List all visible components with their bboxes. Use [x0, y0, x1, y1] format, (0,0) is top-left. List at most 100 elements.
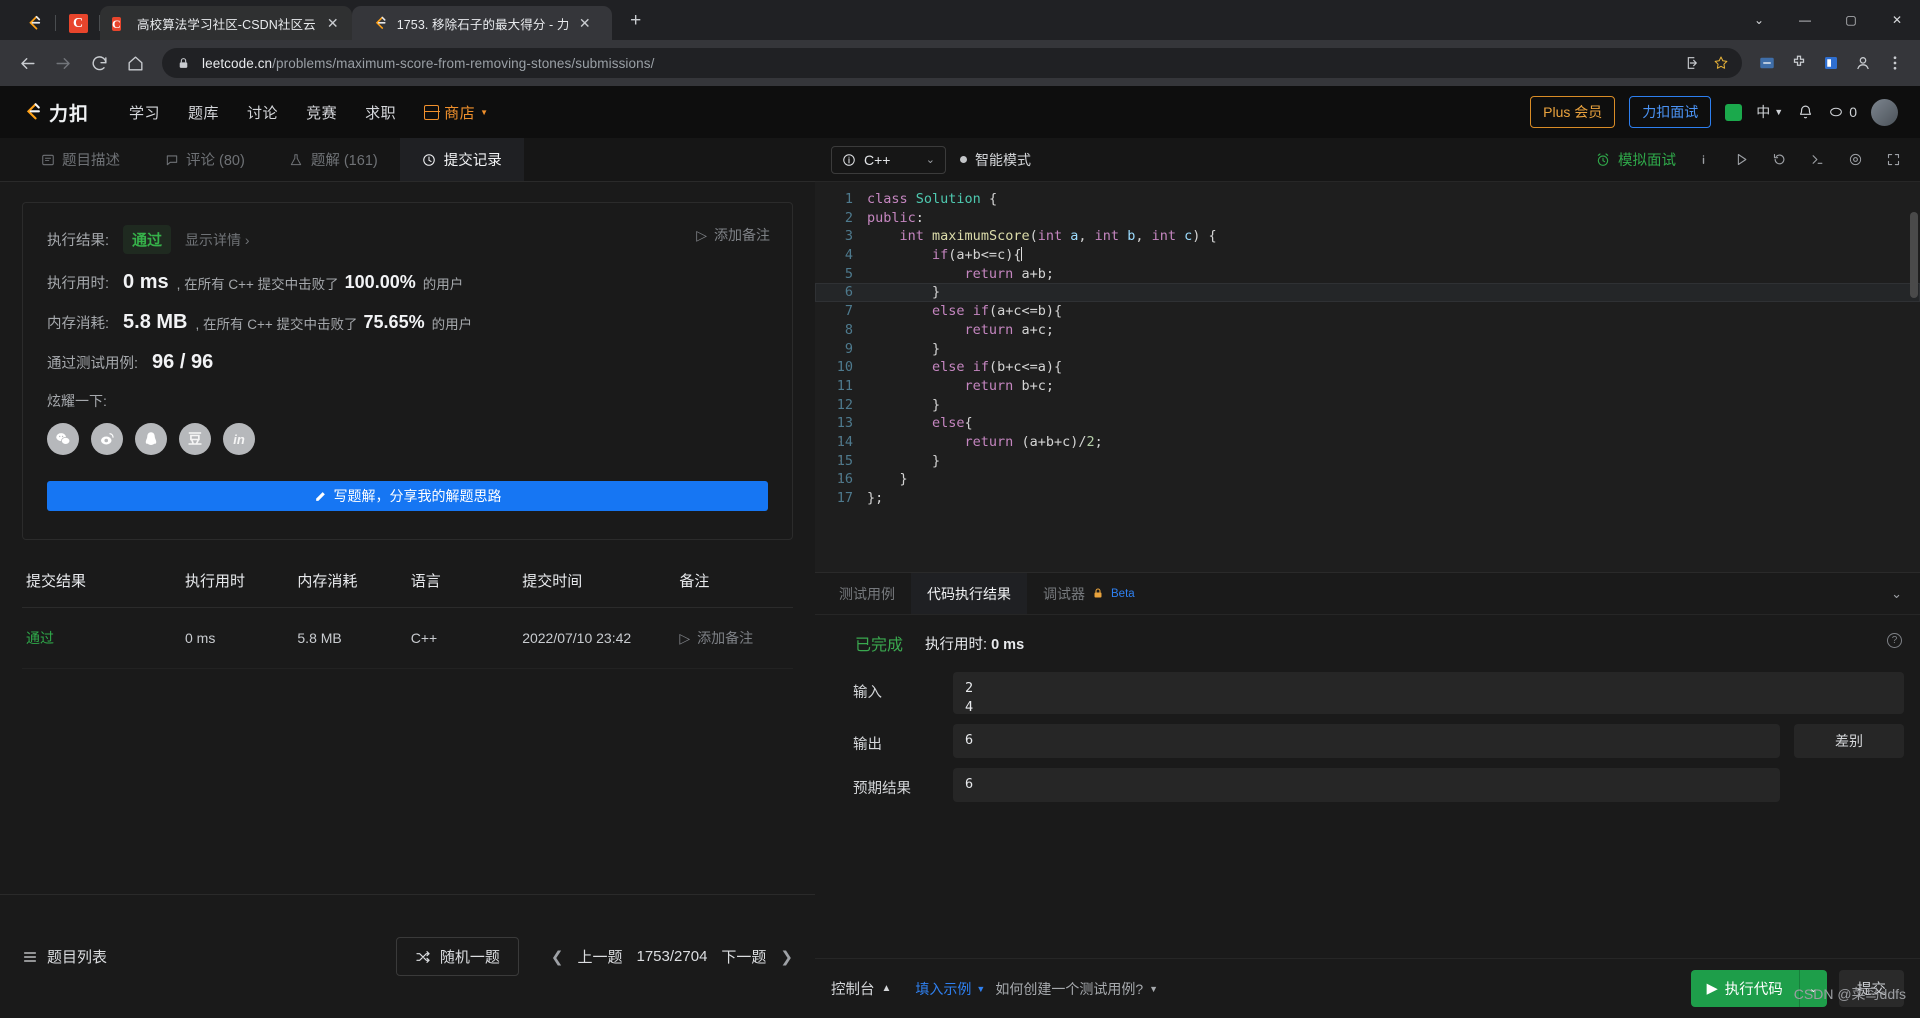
code-text[interactable]: }: [867, 470, 908, 489]
add-note-button[interactable]: ▷ 添加备注: [696, 225, 770, 245]
qq-icon[interactable]: [135, 423, 167, 455]
interview-button[interactable]: 力扣面试: [1629, 96, 1712, 128]
home-button[interactable]: [118, 46, 152, 80]
nav-item-discuss[interactable]: 讨论: [233, 102, 292, 123]
mock-interview-button[interactable]: 模拟面试: [1595, 149, 1676, 170]
code-line[interactable]: 17};: [815, 489, 1920, 508]
tab-description[interactable]: 题目描述: [18, 138, 142, 181]
run-icon[interactable]: [1734, 152, 1752, 167]
fill-example-button[interactable]: 填入示例 ▼: [915, 979, 985, 999]
problem-list-button[interactable]: 题目列表: [22, 946, 107, 967]
code-text[interactable]: };: [867, 489, 883, 508]
linkedin-icon[interactable]: in: [223, 423, 255, 455]
language-switcher[interactable]: 中 ▼: [1756, 102, 1783, 122]
new-tab-button[interactable]: +: [620, 6, 652, 38]
code-line[interactable]: 8 return a+c;: [815, 321, 1920, 340]
nav-item-store[interactable]: 商店 ▼: [410, 102, 502, 123]
close-icon[interactable]: ✕: [576, 14, 594, 32]
table-row[interactable]: 通过 0 ms 5.8 MB C++ 2022/07/10 23:42 ▷ 添加…: [22, 608, 793, 669]
code-line[interactable]: 11 return b+c;: [815, 377, 1920, 396]
weibo-icon[interactable]: [91, 423, 123, 455]
reload-button[interactable]: [82, 46, 116, 80]
share-icon[interactable]: [1684, 54, 1702, 72]
reset-icon[interactable]: [1772, 152, 1790, 167]
cell-note[interactable]: ▷ 添加备注: [679, 628, 789, 648]
browser-tab-leetcode[interactable]: 1753. 移除石子的最大得分 - 力扣 ✕: [351, 6, 612, 40]
close-window-button[interactable]: ✕: [1874, 0, 1920, 40]
code-line[interactable]: 13 else{: [815, 414, 1920, 433]
code-text[interactable]: }: [867, 340, 940, 359]
tab-search-icon[interactable]: ⌄: [1736, 0, 1782, 40]
code-text[interactable]: else if(b+c<=a){: [867, 358, 1062, 377]
diff-button[interactable]: 差别: [1794, 724, 1904, 758]
code-text[interactable]: if(a+b<=c){: [867, 246, 1023, 265]
code-area[interactable]: 1 class Solution {2 public: 3 int maximumSc…: [815, 182, 1920, 572]
how-to-link[interactable]: 如何创建一个测试用例? ▼: [995, 979, 1158, 999]
tab-testcase[interactable]: 测试用例: [823, 573, 911, 614]
console-toggle[interactable]: 控制台 ▲: [831, 978, 891, 999]
code-text[interactable]: }: [867, 452, 940, 471]
nav-item-contest[interactable]: 竞赛: [292, 102, 351, 123]
code-line[interactable]: 7 else if(a+c<=b){: [815, 302, 1920, 321]
editor-scrollbar[interactable]: [1910, 212, 1918, 298]
collapse-panel-icon[interactable]: ⌄: [1873, 573, 1920, 614]
code-line[interactable]: 10 else if(b+c<=a){: [815, 358, 1920, 377]
back-button[interactable]: [10, 46, 44, 80]
coin-balance[interactable]: 0: [1828, 104, 1857, 120]
code-text[interactable]: return b+c;: [867, 377, 1054, 396]
code-text[interactable]: return a+c;: [867, 321, 1054, 340]
nav-item-study[interactable]: 学习: [115, 102, 174, 123]
pinned-tab-csdn[interactable]: C: [56, 6, 100, 40]
code-line[interactable]: 12 }: [815, 396, 1920, 415]
chrome-menu-icon[interactable]: [1880, 48, 1910, 78]
code-line[interactable]: 14 return (a+b+c)/2; ⋮: [815, 433, 1920, 452]
notifications-icon[interactable]: [1797, 104, 1814, 121]
code-text[interactable]: else if(a+c<=b){: [867, 302, 1062, 321]
code-line[interactable]: 4 if(a+b<=c){: [815, 246, 1920, 265]
tab-comments[interactable]: 评论 (80): [142, 138, 267, 181]
help-icon[interactable]: ?: [1887, 633, 1902, 648]
code-text[interactable]: else{: [867, 414, 973, 433]
input-value[interactable]: 2 4 6: [953, 672, 1904, 714]
run-code-button[interactable]: ▶ 执行代码: [1690, 970, 1799, 1007]
code-lines[interactable]: 1 class Solution {2 public: 3 int maximumSc…: [815, 190, 1920, 508]
chevron-left-icon[interactable]: ❮: [551, 948, 564, 966]
cell-status[interactable]: 通过: [26, 628, 185, 648]
fullscreen-icon[interactable]: [1886, 152, 1904, 167]
code-line[interactable]: 15 } ⋮: [815, 452, 1920, 471]
code-line[interactable]: 2 public:: [815, 209, 1920, 228]
code-text[interactable]: }: [867, 396, 940, 415]
code-text[interactable]: return (a+b+c)/2;: [867, 433, 1103, 452]
next-problem-label[interactable]: 下一题: [721, 946, 766, 967]
code-text[interactable]: public:: [867, 209, 924, 228]
write-solution-button[interactable]: 写题解，分享我的解题思路: [47, 481, 768, 511]
checkin-icon[interactable]: [1725, 103, 1743, 121]
nav-item-problems[interactable]: 题库: [174, 102, 233, 123]
forward-button[interactable]: [46, 46, 80, 80]
browser-tab-csdn[interactable]: C 高校算法学习社区-CSDN社区云 ✕: [100, 6, 352, 40]
leetcode-brand[interactable]: 力扣: [22, 99, 89, 126]
avatar[interactable]: [1871, 98, 1898, 126]
terminal-icon[interactable]: [1810, 152, 1828, 167]
code-line[interactable]: 16 } ⋮: [815, 470, 1920, 489]
extension-icon-2[interactable]: [1784, 48, 1814, 78]
tab-code-result[interactable]: 代码执行结果: [911, 573, 1027, 614]
address-bar[interactable]: leetcode.cn/problems/maximum-score-from-…: [162, 48, 1742, 78]
tab-debugger[interactable]: 调试器 Beta: [1027, 573, 1151, 614]
nav-item-jobs[interactable]: 求职: [351, 102, 410, 123]
chevron-right-icon[interactable]: ❯: [780, 948, 793, 966]
code-line[interactable]: 9 }: [815, 340, 1920, 359]
maximize-button[interactable]: ▢: [1828, 0, 1874, 40]
prev-problem-label[interactable]: 上一题: [577, 946, 622, 967]
wechat-icon[interactable]: [47, 423, 79, 455]
plus-membership-button[interactable]: Plus 会员: [1530, 96, 1616, 128]
code-text[interactable]: }: [867, 283, 940, 302]
smart-mode-toggle[interactable]: 智能模式: [960, 150, 1031, 170]
code-text[interactable]: int maximumScore(int a, int b, int c) {: [867, 227, 1217, 246]
info-icon[interactable]: [1696, 152, 1714, 167]
code-line[interactable]: 3 int maximumScore(int a, int b, int c) …: [815, 227, 1920, 246]
close-icon[interactable]: ✕: [324, 14, 342, 32]
profile-icon[interactable]: [1848, 48, 1878, 78]
minimize-button[interactable]: —: [1782, 0, 1828, 40]
code-line[interactable]: 1 class Solution {: [815, 190, 1920, 209]
